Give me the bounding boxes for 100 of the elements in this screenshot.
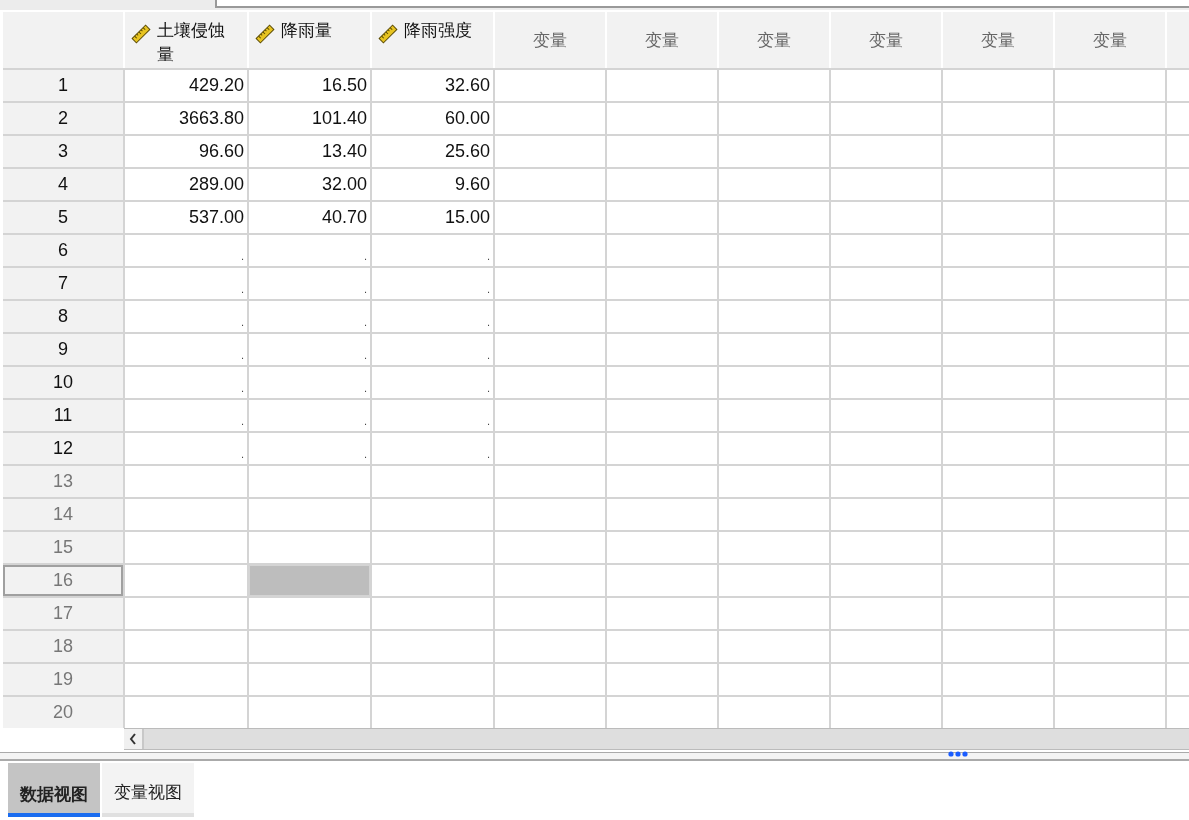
table-cell[interactable] (719, 268, 829, 299)
table-cell[interactable] (943, 103, 1053, 134)
table-cell[interactable]: . (249, 235, 370, 266)
row-header[interactable]: 14 (3, 499, 123, 530)
row-header[interactable]: 6 (3, 235, 123, 266)
table-cell[interactable]: . (125, 334, 247, 365)
table-cell[interactable] (495, 136, 605, 167)
table-cell[interactable]: . (125, 433, 247, 464)
row-header[interactable]: 11 (3, 400, 123, 431)
column-header[interactable]: 变量 (719, 12, 829, 68)
table-cell[interactable] (943, 400, 1053, 431)
table-cell[interactable] (943, 466, 1053, 497)
table-cell[interactable] (943, 565, 1053, 596)
table-cell[interactable] (1055, 334, 1165, 365)
table-cell[interactable] (607, 565, 717, 596)
table-cell[interactable] (943, 598, 1053, 629)
table-cell[interactable]: . (125, 367, 247, 398)
table-cell[interactable] (943, 334, 1053, 365)
table-cell[interactable]: . (249, 367, 370, 398)
table-cell[interactable] (495, 301, 605, 332)
table-cell[interactable] (495, 466, 605, 497)
table-cell[interactable] (1055, 70, 1165, 101)
table-cell[interactable]: 15.00 (372, 202, 493, 233)
table-cell[interactable] (943, 664, 1053, 695)
table-cell[interactable] (831, 235, 941, 266)
table-cell[interactable] (943, 631, 1053, 662)
table-cell[interactable] (372, 664, 493, 695)
table-cell[interactable] (831, 499, 941, 530)
row-header[interactable]: 20 (3, 697, 123, 728)
table-cell[interactable] (249, 598, 370, 629)
table-cell[interactable] (719, 466, 829, 497)
table-cell[interactable]: 60.00 (372, 103, 493, 134)
table-cell[interactable]: . (249, 301, 370, 332)
table-cell[interactable] (943, 268, 1053, 299)
table-cell[interactable] (719, 103, 829, 134)
table-cell[interactable] (831, 598, 941, 629)
table-cell[interactable] (495, 400, 605, 431)
table-cell[interactable] (607, 136, 717, 167)
table-cell[interactable] (831, 136, 941, 167)
horizontal-scrollbar[interactable] (124, 728, 1189, 750)
table-cell[interactable] (607, 169, 717, 200)
table-cell[interactable] (831, 103, 941, 134)
table-cell[interactable]: . (372, 400, 493, 431)
view-tab[interactable]: 数据视图 (8, 763, 100, 817)
table-cell[interactable] (943, 532, 1053, 563)
table-cell[interactable] (831, 631, 941, 662)
table-cell[interactable] (1055, 598, 1165, 629)
row-header[interactable]: 16 (3, 565, 123, 596)
table-cell[interactable] (1055, 202, 1165, 233)
row-header[interactable]: 7 (3, 268, 123, 299)
table-cell[interactable] (831, 334, 941, 365)
table-cell[interactable] (719, 565, 829, 596)
table-cell[interactable] (719, 334, 829, 365)
table-cell[interactable]: . (372, 334, 493, 365)
table-cell[interactable] (372, 466, 493, 497)
row-header[interactable]: 4 (3, 169, 123, 200)
scroll-left-button[interactable] (124, 729, 144, 749)
table-cell[interactable] (1055, 499, 1165, 530)
table-cell[interactable] (125, 664, 247, 695)
table-cell[interactable] (607, 697, 717, 728)
column-header[interactable]: 变量 (1055, 12, 1165, 68)
table-cell[interactable] (1055, 466, 1165, 497)
table-cell[interactable] (1055, 103, 1165, 134)
row-header[interactable]: 8 (3, 301, 123, 332)
splitter-grip-icon[interactable] (948, 751, 968, 757)
column-header[interactable]: 变量 (607, 12, 717, 68)
table-cell[interactable] (249, 697, 370, 728)
view-tab[interactable]: 变量视图 (102, 763, 194, 817)
table-cell[interactable] (943, 70, 1053, 101)
column-header[interactable]: 变量 (495, 12, 605, 68)
table-cell[interactable] (943, 235, 1053, 266)
table-cell[interactable]: . (125, 301, 247, 332)
table-cell[interactable]: . (249, 334, 370, 365)
table-cell[interactable]: . (249, 400, 370, 431)
table-cell[interactable] (943, 697, 1053, 728)
table-cell[interactable] (495, 202, 605, 233)
table-cell[interactable]: 9.60 (372, 169, 493, 200)
table-cell[interactable] (1055, 136, 1165, 167)
table-cell[interactable] (607, 598, 717, 629)
table-cell[interactable]: 96.60 (125, 136, 247, 167)
row-header[interactable]: 1 (3, 70, 123, 101)
table-cell[interactable]: 289.00 (125, 169, 247, 200)
table-cell[interactable] (607, 268, 717, 299)
row-header[interactable]: 3 (3, 136, 123, 167)
table-cell[interactable] (249, 499, 370, 530)
column-header[interactable]: 降雨量 (249, 12, 370, 68)
table-cell[interactable] (1055, 268, 1165, 299)
table-cell[interactable] (372, 697, 493, 728)
table-cell[interactable] (719, 532, 829, 563)
table-cell[interactable] (719, 169, 829, 200)
table-cell[interactable]: . (372, 301, 493, 332)
table-cell[interactable] (607, 433, 717, 464)
table-cell[interactable] (125, 532, 247, 563)
table-cell[interactable] (607, 202, 717, 233)
table-cell[interactable] (495, 565, 605, 596)
table-cell[interactable]: 32.00 (249, 169, 370, 200)
table-cell[interactable] (831, 466, 941, 497)
table-cell[interactable] (495, 499, 605, 530)
table-cell[interactable] (831, 697, 941, 728)
table-cell[interactable] (831, 169, 941, 200)
